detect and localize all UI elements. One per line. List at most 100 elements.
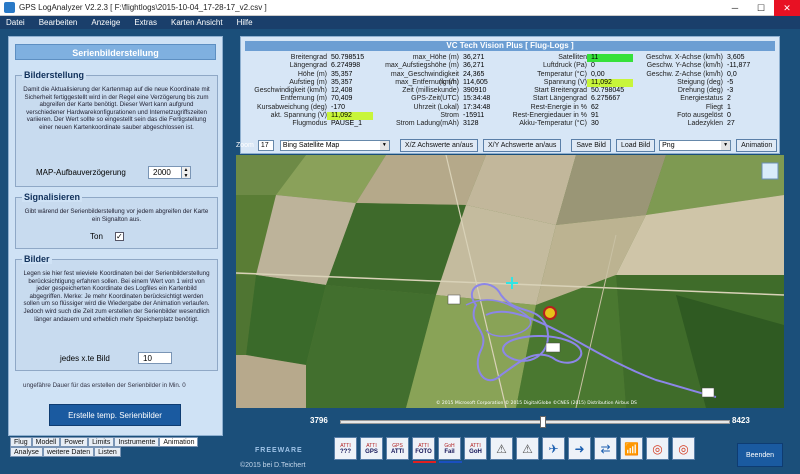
info-key: Start Breitengrad: [534, 87, 587, 95]
group-title: Signalisieren: [22, 192, 83, 202]
goh-fail-icon[interactable]: GoH Fail: [438, 437, 462, 463]
zoom-select[interactable]: 17: [257, 139, 274, 151]
info-value: -15911: [463, 112, 485, 120]
sync-icon[interactable]: ⇄: [594, 437, 617, 460]
info-value: 91: [591, 112, 599, 120]
target-home-icon[interactable]: ◎: [646, 437, 669, 460]
info-row: Entfernung (m) 70,409: [243, 95, 373, 103]
menu-extras[interactable]: Extras: [134, 18, 157, 27]
tab-limits[interactable]: Limits: [88, 437, 115, 447]
info-key: Breitengrad: [290, 54, 327, 61]
info-row: Foto ausgelöst 0: [633, 112, 763, 120]
info-value: 36,271: [463, 54, 485, 61]
info-value: 11,092: [587, 78, 633, 88]
info-row: Energiestatus 2: [633, 95, 763, 103]
info-value: 6.274998: [331, 62, 361, 70]
satellite-map[interactable]: © 2015 Microsoft Corporation © 2015 Digi…: [236, 155, 784, 408]
format-select[interactable]: Png ▼: [659, 139, 732, 151]
close-icon[interactable]: ✕: [774, 0, 800, 16]
info-value: -11,877: [727, 62, 751, 70]
info-key: Energiestatus: [680, 95, 723, 103]
info-row: Geschwindigkeit (km/h) 12,408: [243, 87, 373, 95]
zoom-value: 17: [260, 141, 269, 149]
slider-min-label: 3796: [310, 416, 328, 425]
target-arrow-icon[interactable]: ◎: [672, 437, 695, 460]
info-key: Kursabweichung (deg): [256, 103, 327, 111]
icon-bottom-label: ATTI: [391, 448, 404, 455]
tab-instrumente[interactable]: Instrumente: [114, 437, 160, 447]
menu-datei[interactable]: Datei: [6, 18, 25, 27]
map-type-select[interactable]: Bing Satellite Map ▼: [279, 139, 390, 151]
menu-bearbeiten[interactable]: Bearbeiten: [39, 18, 78, 27]
xy-axis-button[interactable]: X/Y Achswerte an/aus: [483, 138, 562, 152]
slider-max-label: 8423: [732, 416, 750, 425]
tab-analyse[interactable]: Analyse: [10, 447, 43, 457]
tab-power[interactable]: Power: [60, 437, 89, 447]
window-title: GPS LogAnalyzer V2.2.3 [ F:\flightlogs\2…: [19, 3, 267, 12]
info-key: max_Geschwindigkeit (km/h): [390, 70, 459, 86]
info-row: Geschw. Y-Achse (km/h) -11,877: [633, 62, 763, 70]
info-row: GPS-Zeit(UTC) 15:34:48: [373, 95, 503, 103]
info-key: max_Aufstiegshöhe (m): [385, 62, 459, 70]
info-column-3: Satelliten 11 Luftdruck (Pa) 0 Temperatur (°…: [503, 54, 633, 129]
tone-checkbox[interactable]: ✓: [114, 232, 124, 241]
serienbild-panel: Serienbilderstellung Bilderstellung Dami…: [8, 36, 223, 436]
delay-stepper[interactable]: ▲ ▼: [182, 166, 191, 179]
satellite-icon[interactable]: ✈: [542, 437, 565, 460]
info-key: Höhe (m): [297, 70, 327, 78]
info-header: VC Tech Vision Plus [ Flug-Logs ]: [245, 41, 775, 51]
delay-input[interactable]: 2000: [148, 166, 182, 179]
atti-goh-icon[interactable]: ATTI GoH: [464, 437, 487, 460]
slider-thumb[interactable]: [539, 416, 546, 428]
info-column-2: max_Höhe (m) 36,271 max_Aufstiegshöhe (m) 3…: [373, 54, 503, 129]
menu-anzeige[interactable]: Anzeige: [91, 18, 120, 27]
satellite-arrow-icon[interactable]: ➜: [568, 437, 591, 460]
info-value: 2: [727, 95, 731, 103]
info-row: Fliegt 1: [633, 104, 763, 112]
save-image-button[interactable]: Save Bild: [571, 138, 611, 152]
maximize-icon[interactable]: ☐: [748, 0, 774, 16]
warning-ok-icon[interactable]: ⚠: [490, 437, 513, 460]
info-key: Entfernung (m): [280, 95, 327, 103]
create-series-button[interactable]: Erstelle temp. Serienbilder: [49, 404, 181, 426]
tab-weitere-daten[interactable]: weitere Daten: [42, 447, 95, 457]
load-image-button[interactable]: Load Bild: [615, 138, 656, 152]
warning-alert-icon[interactable]: ⚠: [516, 437, 539, 460]
tab-modell[interactable]: Modell: [31, 437, 61, 447]
frame-step-input[interactable]: 10: [138, 352, 172, 364]
info-key: GPS-Zeit(UTC): [411, 95, 459, 103]
info-row: max_Aufstiegshöhe (m) 36,271: [373, 62, 503, 70]
timeline-slider[interactable]: 3796 8423: [236, 414, 784, 430]
info-key: Satelliten: [558, 54, 587, 61]
info-key: Uhrzeit (Lokal): [413, 103, 459, 111]
tab-animation[interactable]: Animation: [159, 437, 199, 447]
atti-gps-icon[interactable]: ATTI GPS: [360, 437, 383, 460]
animation-button[interactable]: Animation: [736, 138, 778, 152]
info-row: Aufstieg (m) 35,357: [243, 79, 373, 87]
info-row: Start Längengrad 6.275667: [503, 95, 633, 103]
info-value: 3128: [463, 120, 479, 128]
info-value: 0,0: [727, 70, 737, 78]
info-row: Geschw. X-Achse (km/h) 3,605: [633, 54, 763, 62]
menu-hilfe[interactable]: Hilfe: [237, 18, 253, 27]
info-key: Geschw. X-Achse (km/h): [645, 54, 723, 61]
exit-button[interactable]: Beenden: [737, 443, 783, 467]
slider-track[interactable]: [340, 420, 730, 424]
xz-axis-button[interactable]: X/Z Achswerte an/aus: [399, 138, 478, 152]
group-title: Bilder: [22, 254, 52, 264]
info-key: Rest-Energie in %: [530, 103, 587, 111]
tone-label: Ton: [90, 232, 103, 241]
info-row: Zeit (millisekunde) 390910: [373, 87, 503, 95]
menu-karten-ansicht[interactable]: Karten Ansicht: [171, 18, 223, 27]
info-key: Temperatur (°C): [537, 70, 587, 78]
signal-icon[interactable]: 📶: [620, 437, 643, 460]
atti-unknown-icon[interactable]: ATTI???: [334, 437, 357, 460]
atti-foto-icon[interactable]: ATTI FOTO: [412, 437, 436, 463]
info-key: Drehung (deg): [677, 87, 723, 95]
tab-flug[interactable]: Flug: [10, 437, 32, 447]
gps-atti-icon[interactable]: GPS ATTI: [386, 437, 409, 460]
minimize-icon[interactable]: ─: [722, 0, 748, 16]
tab-listen[interactable]: Listen: [94, 447, 121, 457]
info-value: 0: [727, 112, 731, 120]
info-row: Höhe (m) 35,357: [243, 71, 373, 79]
